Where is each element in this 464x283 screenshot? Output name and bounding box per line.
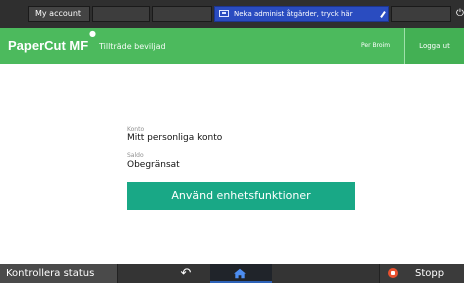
- logo-mark-icon: ●: [89, 29, 96, 38]
- stop-icon: [388, 268, 398, 278]
- my-account-button[interactable]: My account: [28, 6, 90, 22]
- home-button[interactable]: [210, 264, 272, 283]
- admin-notice-button[interactable]: Neka administ åtgärder, tryck här: [214, 6, 389, 22]
- system-slot-2[interactable]: [152, 6, 212, 22]
- check-status-button[interactable]: Kontrollera status: [0, 264, 118, 283]
- system-slot-1[interactable]: [92, 6, 150, 22]
- power-icon[interactable]: ⏻: [456, 8, 464, 20]
- back-icon[interactable]: ↶: [164, 264, 208, 283]
- use-device-functions-button[interactable]: Använd enhetsfunktioner: [127, 182, 355, 210]
- admin-notice-text: Neka administ åtgärder, tryck här: [234, 10, 353, 18]
- papercut-logo: PaperCut MF: [8, 38, 89, 53]
- header-title: Tillträde beviljad: [99, 42, 166, 51]
- papercut-header: PaperCut MF ● Tillträde beviljad Per Bro…: [0, 28, 464, 64]
- notice-icon: [219, 10, 229, 17]
- stop-label: Stopp: [415, 268, 445, 279]
- printer-screen: My account Neka administ åtgärder, tryck…: [0, 0, 464, 283]
- balance-value: Obegränsat: [127, 160, 180, 170]
- pen-icon: [380, 11, 386, 18]
- balance-label: Saldo: [127, 152, 144, 159]
- system-slot-3[interactable]: [391, 6, 451, 22]
- main-content: Konto Mitt personliga konto Saldo Obegrä…: [0, 64, 464, 264]
- user-name: Per Broim: [361, 42, 391, 49]
- home-icon: [234, 268, 246, 279]
- account-value: Mitt personliga konto: [127, 133, 223, 143]
- system-bottom-bar: Kontrollera status ↶ Stopp: [0, 264, 464, 283]
- system-top-bar: My account Neka administ åtgärder, tryck…: [0, 0, 464, 28]
- stop-button[interactable]: Stopp: [379, 264, 464, 283]
- logout-button[interactable]: Logga ut: [404, 28, 464, 64]
